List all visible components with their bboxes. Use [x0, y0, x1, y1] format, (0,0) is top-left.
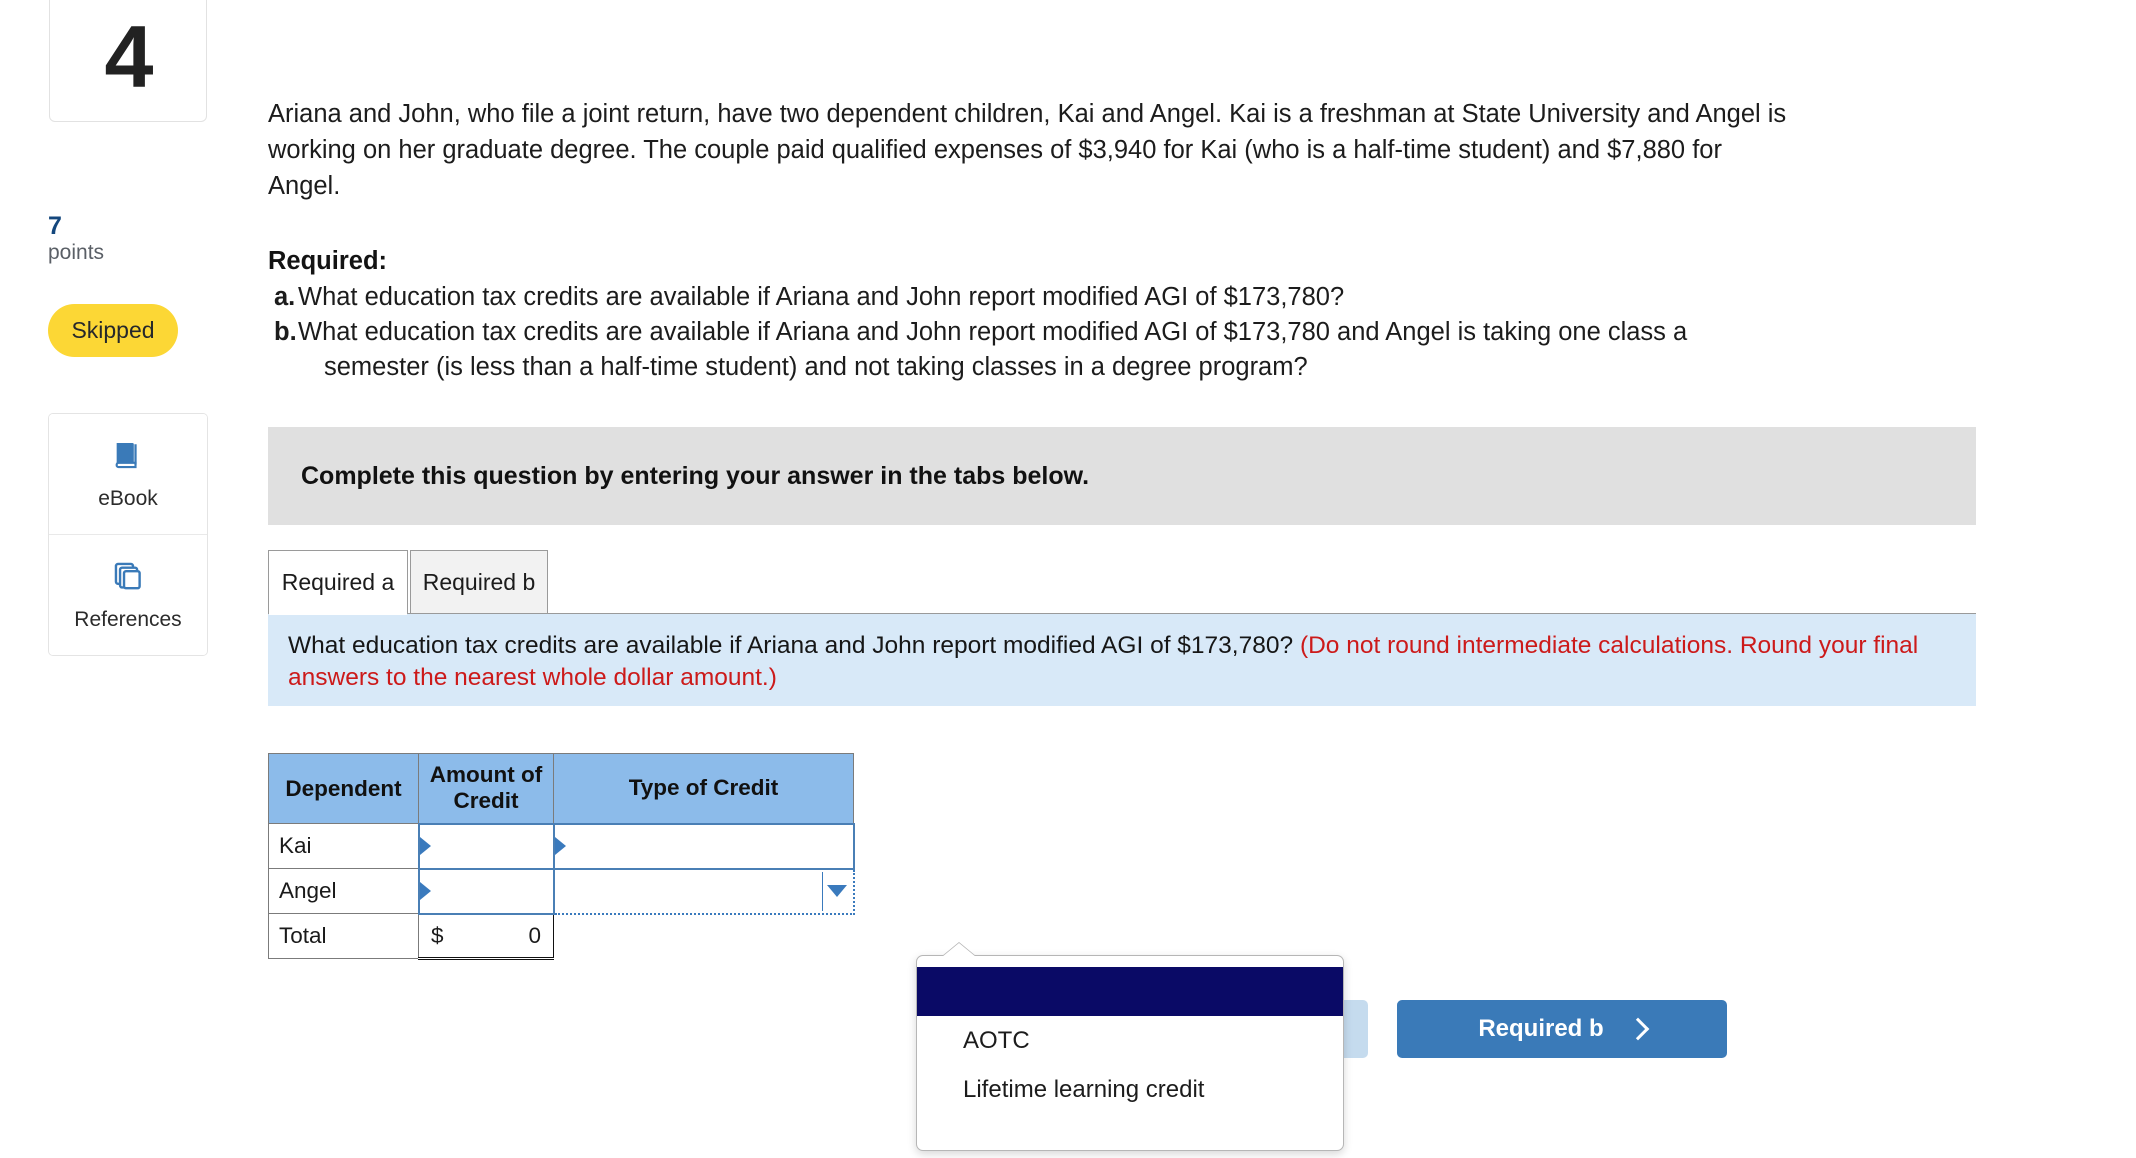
dropdown-option-list: AOTC Lifetime learning credit — [917, 956, 1343, 1114]
column-header-amount: Amount of Credit — [418, 753, 554, 824]
points-block: 7 points — [48, 213, 218, 267]
credit-table: Dependent Amount of Credit Type of Credi… — [268, 753, 855, 960]
table-row: Angel — [268, 867, 855, 915]
stem-line-1: Ariana and John, who file a joint return… — [268, 100, 1787, 128]
row-kai-amount-input[interactable] — [417, 822, 555, 870]
required-item-b: b. What education tax credits are availa… — [268, 315, 2018, 385]
points-label: points — [48, 241, 105, 265]
cell-marker-triangle-icon — [419, 837, 431, 855]
required-item-b-line-2: semester (is less than a half-time stude… — [324, 353, 1308, 381]
required-item-a-text: What education tax credits are available… — [298, 283, 1345, 311]
question-number: 4 — [104, 7, 154, 106]
tab-strip: Required a Required b — [268, 550, 1976, 614]
required-items: a. What education tax credits are availa… — [268, 280, 2018, 385]
type-of-credit-dropdown[interactable]: AOTC Lifetime learning credit — [916, 955, 1344, 1151]
required-item-b-marker: b. — [274, 318, 297, 346]
row-angel-type-select[interactable] — [552, 867, 855, 915]
question-sidebar: 4 7 points Skipped eBook References — [0, 0, 260, 1158]
chevron-down-icon[interactable] — [826, 885, 847, 897]
column-header-dependent: Dependent — [268, 753, 419, 824]
required-item-a-marker: a. — [274, 283, 296, 311]
select-divider — [821, 871, 823, 911]
cell-marker-triangle-icon — [554, 837, 566, 855]
row-angel-amount-input[interactable] — [417, 867, 555, 915]
row-kai-dependent: Kai — [268, 823, 419, 869]
required-b-next-button[interactable]: Required b — [1397, 1000, 1727, 1058]
required-heading: Required: — [268, 247, 388, 275]
points-value: 7 — [48, 212, 62, 240]
stem-line-2: working on her graduate degree. The coup… — [268, 136, 1722, 164]
answer-prompt-text: What education tax credits are available… — [288, 630, 1956, 694]
question-number-card: 4 — [49, 0, 207, 122]
dropdown-option-lifetime-learning-credit[interactable]: Lifetime learning credit — [917, 1065, 1343, 1114]
references-button[interactable]: References — [49, 534, 207, 655]
row-angel-dependent: Angel — [268, 868, 419, 914]
required-item-b-text: What education tax credits are available… — [298, 315, 2018, 385]
tab-required-b-label: Required b — [422, 568, 536, 595]
references-label: References — [74, 607, 182, 631]
tab-required-b[interactable]: Required b — [410, 550, 548, 614]
total-type-cell-empty — [554, 914, 854, 959]
chevron-right-icon — [1626, 1017, 1649, 1041]
copy-stack-icon — [111, 559, 145, 598]
dropdown-option-blank[interactable] — [917, 967, 1343, 1016]
book-icon — [111, 438, 145, 477]
column-header-type: Type of Credit — [553, 753, 854, 824]
table-header-row: Dependent Amount of Credit Type of Credi… — [268, 753, 854, 824]
column-header-amount-line-2: Credit — [453, 788, 519, 814]
table-total-row: Total $ 0 — [268, 913, 854, 960]
total-amount-value: 0 — [528, 922, 541, 948]
status-badge: Skipped — [48, 304, 178, 357]
question-stem: Ariana and John, who file a joint return… — [268, 96, 2136, 204]
instruction-banner-text: Complete this question by entering your … — [301, 461, 1090, 490]
dropdown-option-aotc[interactable]: AOTC — [917, 1016, 1343, 1065]
total-currency-symbol: $ — [431, 922, 444, 948]
tab-required-a[interactable]: Required a — [268, 550, 408, 614]
row-kai-type-input[interactable] — [552, 822, 855, 870]
dropdown-notch — [942, 943, 976, 957]
status-badge-label: Skipped — [71, 317, 155, 343]
question-main: Ariana and John, who file a joint return… — [268, 0, 2136, 1158]
cell-marker-triangle-icon — [419, 882, 431, 900]
stem-line-3: Angel. — [268, 172, 341, 200]
tab-required-a-label: Required a — [281, 569, 395, 595]
answer-prompt-question: What education tax credits are available… — [288, 632, 1294, 659]
ebook-button[interactable]: eBook — [49, 414, 207, 534]
required-b-next-label: Required b — [1478, 1015, 1604, 1042]
instruction-banner: Complete this question by entering your … — [268, 427, 1976, 525]
total-label: Total — [268, 913, 419, 959]
required-item-b-line-1: What education tax credits are available… — [298, 318, 1688, 346]
active-tab-underline-mask — [269, 613, 407, 615]
ebook-label: eBook — [98, 486, 158, 510]
total-amount-cell: $ 0 — [418, 913, 554, 960]
table-row: Kai — [268, 822, 855, 870]
column-header-amount-line-1: Amount of — [429, 762, 543, 788]
answer-prompt-panel: What education tax credits are available… — [268, 614, 1976, 706]
tool-card: eBook References — [48, 413, 208, 656]
required-item-a: a. What education tax credits are availa… — [268, 280, 2018, 315]
